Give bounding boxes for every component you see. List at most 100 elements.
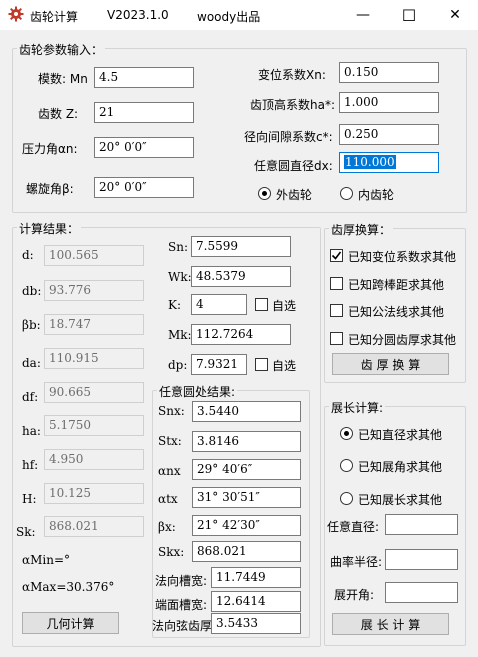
any-diameter-label: 任意圆直径dx: <box>254 159 333 173</box>
module-label: 模数: Mn <box>38 72 88 86</box>
wk-value[interactable]: 48.5379 <box>191 266 291 287</box>
internal-gear-label[interactable]: 内齿轮 <box>358 186 394 203</box>
close-button[interactable]: ✕ <box>432 0 478 30</box>
anycircle-label: βx: <box>158 520 176 534</box>
title-bar: 齿轮计算 V2023.1.0 woody出品 — ☐ ✕ <box>0 0 478 30</box>
result-label: d: <box>22 248 34 262</box>
thickness-option-label[interactable]: 已知跨棒距求其他 <box>348 276 444 293</box>
k-label: K: <box>168 298 182 312</box>
anycircle-value[interactable]: 11.7449 <box>211 567 301 588</box>
result-label: βb: <box>22 318 41 332</box>
anycircle-label: Skx: <box>158 545 185 559</box>
anycircle-value[interactable]: 21° 42′30″ <box>192 515 301 536</box>
teeth-label: 齿数 Z: <box>38 107 79 121</box>
thickness-option-label[interactable]: 已知分圆齿厚求其他 <box>348 331 456 348</box>
anycircle-value[interactable]: 3.5440 <box>192 401 301 422</box>
sn-label: Sn: <box>168 240 188 254</box>
maximize-button[interactable]: ☐ <box>386 0 432 30</box>
minimize-button[interactable]: — <box>340 0 386 30</box>
result-value: 93.776 <box>44 280 144 301</box>
thickness-option-checkbox[interactable] <box>330 332 343 345</box>
mk-label: Mk: <box>168 328 192 342</box>
mk-value[interactable]: 112.7264 <box>191 324 291 345</box>
unfold-option-radio[interactable] <box>340 427 353 440</box>
unfold-option-label[interactable]: 已知直径求其他 <box>358 426 442 443</box>
thickness-group-label: 齿厚换算： <box>329 221 394 238</box>
pressure-angle-input[interactable]: 20° 0′0″ <box>94 137 194 158</box>
anycircle-group-label: 任意圆处结果: <box>157 383 238 400</box>
result-value: 868.021 <box>44 516 144 537</box>
thickness-option-checkbox[interactable] <box>330 277 343 290</box>
thickness-option-label[interactable]: 已知变位系数求其他 <box>348 248 456 265</box>
any-diameter-input[interactable]: 110.000 <box>339 152 439 173</box>
result-value: 18.747 <box>44 314 144 335</box>
thickness-option-checkbox[interactable] <box>330 304 343 317</box>
unfold-diameter-label: 任意直径: <box>327 520 380 534</box>
unfold-option-label[interactable]: 已知展长求其他 <box>358 491 442 508</box>
unfold-option-radio[interactable] <box>340 492 353 505</box>
sn-value[interactable]: 7.5599 <box>191 236 291 257</box>
thickness-convert-button[interactable]: 齿 厚 换 算 <box>332 353 449 375</box>
gear-icon <box>8 6 24 22</box>
result-label: df: <box>22 390 39 404</box>
result-label: da: <box>22 356 41 370</box>
shift-coef-input[interactable]: 0.150 <box>339 62 439 83</box>
unfold-option-radio[interactable] <box>340 459 353 472</box>
wk-label: Wk: <box>168 270 192 284</box>
unfold-angle-input[interactable] <box>385 582 458 603</box>
teeth-input[interactable]: 21 <box>94 102 194 123</box>
app-name: 齿轮计算 <box>30 10 79 24</box>
results-group-label: 计算结果： <box>17 220 82 237</box>
anycircle-label: 端面槽宽: <box>155 598 208 612</box>
alpha-max-text: αMax=30.376° <box>22 580 115 594</box>
anycircle-value[interactable]: 3.5433 <box>211 613 301 634</box>
result-value: 110.915 <box>44 348 144 369</box>
internal-gear-radio[interactable] <box>340 187 353 200</box>
pressure-angle-label: 压力角αn: <box>22 142 78 156</box>
clearance-coef-input[interactable]: 0.250 <box>339 124 439 145</box>
unfold-angle-label: 展开角: <box>334 588 375 602</box>
geometry-calc-button[interactable]: 几何计算 <box>22 612 119 634</box>
any-diameter-value: 110.000 <box>344 155 396 169</box>
addendum-coef-label: 齿顶高系数ha*: <box>250 98 336 112</box>
thickness-option-checkbox[interactable] <box>330 249 343 262</box>
dp-value[interactable]: 7.9321 <box>191 354 247 375</box>
dp-auto-checkbox[interactable] <box>255 358 268 371</box>
result-value: 10.125 <box>44 483 144 504</box>
result-label: db: <box>22 284 42 298</box>
unfold-group-label: 展长计算: <box>329 399 386 416</box>
thickness-option-label[interactable]: 已知公法线求其他 <box>348 303 444 320</box>
anycircle-label: 法向槽宽: <box>155 574 208 588</box>
app-version: V2023.1.0 <box>107 8 169 22</box>
params-group-label: 齿轮参数输入： <box>17 41 106 58</box>
anycircle-label: Snx: <box>158 404 185 418</box>
unfold-option-label[interactable]: 已知展角求其他 <box>358 458 442 475</box>
anycircle-label: Stx: <box>158 434 182 448</box>
shift-coef-label: 变位系数Xn: <box>258 68 326 82</box>
result-value: 4.950 <box>44 449 144 470</box>
anycircle-value[interactable]: 29° 40′6″ <box>192 459 301 480</box>
anycircle-value[interactable]: 31° 30′51″ <box>192 487 301 508</box>
unfold-calc-button[interactable]: 展 长 计 算 <box>332 613 449 635</box>
anycircle-value[interactable]: 868.021 <box>192 541 301 562</box>
curvature-radius-input[interactable] <box>385 549 458 570</box>
dp-auto-label[interactable]: 自选 <box>272 357 296 374</box>
k-auto-label[interactable]: 自选 <box>272 297 296 314</box>
anycircle-value[interactable]: 3.8146 <box>192 431 301 452</box>
alpha-min-text: αMin=° <box>22 553 71 567</box>
module-input[interactable]: 4.5 <box>94 67 194 88</box>
k-auto-checkbox[interactable] <box>255 298 268 311</box>
external-gear-radio[interactable] <box>258 187 271 200</box>
helix-angle-input[interactable]: 20° 0′0″ <box>94 177 194 198</box>
anycircle-label: αnx <box>158 464 181 478</box>
addendum-coef-input[interactable]: 1.000 <box>339 92 439 113</box>
external-gear-label[interactable]: 外齿轮 <box>276 186 312 203</box>
unfold-diameter-input[interactable] <box>385 514 458 535</box>
anycircle-value[interactable]: 12.6414 <box>211 591 301 612</box>
k-value[interactable]: 4 <box>191 294 247 315</box>
anycircle-label: αtx <box>158 492 178 506</box>
dp-label: dp: <box>168 358 188 372</box>
result-value: 5.1750 <box>44 415 144 436</box>
result-value: 100.565 <box>44 245 144 266</box>
app-author: woody出品 <box>197 10 261 24</box>
